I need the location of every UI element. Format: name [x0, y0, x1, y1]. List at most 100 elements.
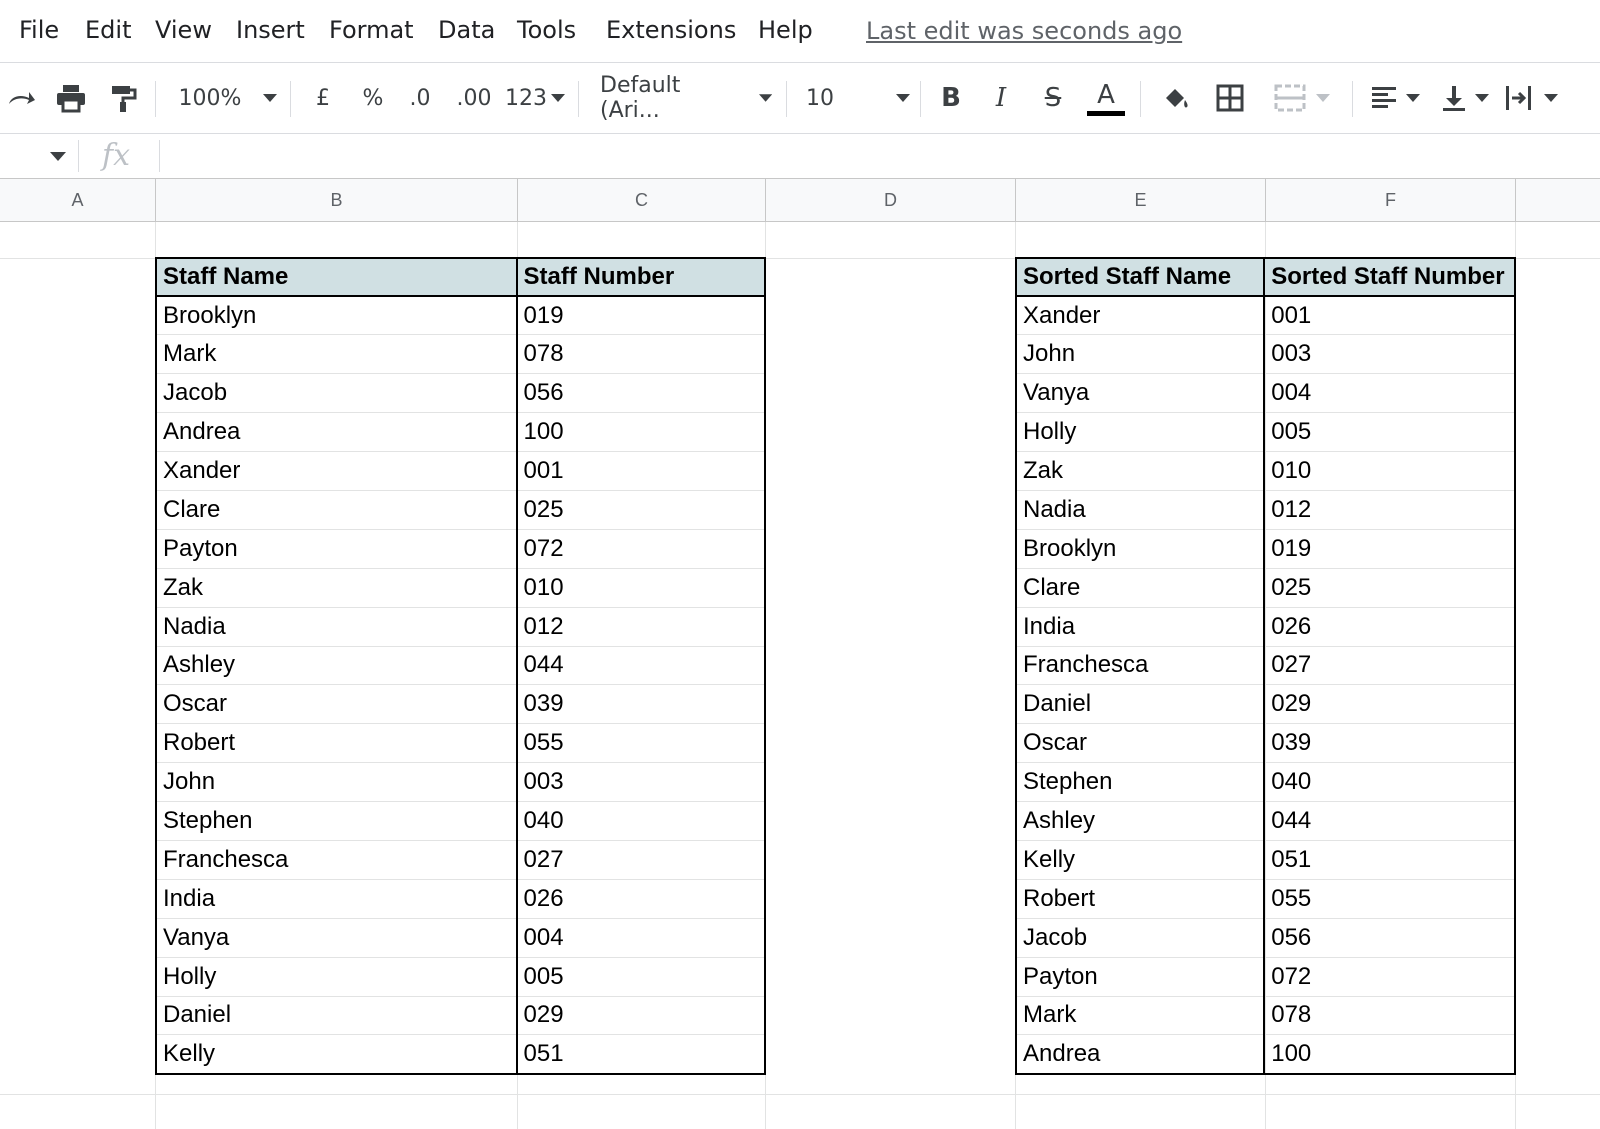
cell-staff-name[interactable]: Daniel	[155, 996, 518, 1036]
formula-input[interactable]	[168, 134, 1588, 178]
cell-staff-name[interactable]: Clare	[1014, 568, 1266, 608]
cell-staff-name[interactable]: Daniel	[1014, 684, 1266, 725]
cell-staff-number[interactable]: 001	[1263, 296, 1516, 336]
cell-staff-number[interactable]: 051	[1263, 840, 1516, 880]
cell-staff-name[interactable]: India	[1014, 607, 1266, 647]
cell-staff-number[interactable]: 044	[1263, 801, 1516, 841]
vertical-align-button[interactable]	[1436, 63, 1494, 133]
cell-staff-name[interactable]: Vanya	[1014, 373, 1266, 414]
percent-button[interactable]: %	[358, 63, 388, 133]
cell-staff-name[interactable]: John	[1014, 334, 1266, 375]
cell-staff-name[interactable]: Stephen	[1014, 762, 1266, 803]
column-header-b[interactable]: B	[156, 179, 518, 221]
italic-button[interactable]: I	[984, 63, 1018, 133]
cell-staff-number[interactable]: 044	[515, 646, 767, 686]
cell-staff-name[interactable]: Xander	[155, 451, 518, 491]
cell-staff-name[interactable]: Mark	[155, 334, 518, 375]
number-format-select[interactable]: 123	[504, 63, 566, 133]
cell-staff-number[interactable]: 039	[1263, 723, 1516, 764]
cell-staff-name[interactable]: John	[155, 762, 518, 803]
menu-tools[interactable]: Tools	[517, 16, 576, 44]
cell-staff-number[interactable]: 026	[515, 879, 767, 919]
menu-format[interactable]: Format	[329, 16, 414, 44]
menu-file[interactable]: File	[19, 16, 59, 44]
zoom-select[interactable]: 100%	[176, 63, 280, 133]
column-header-e[interactable]: E	[1016, 179, 1266, 221]
cell-staff-number[interactable]: 005	[1263, 412, 1516, 453]
cell-staff-number[interactable]: 004	[515, 918, 767, 958]
cell-staff-number[interactable]: 025	[515, 490, 767, 530]
cell-staff-number[interactable]: 029	[515, 996, 767, 1036]
column-header-d[interactable]: D	[766, 179, 1016, 221]
cell-staff-name[interactable]: Ashley	[1014, 801, 1266, 841]
cell-staff-number[interactable]: 012	[1263, 490, 1516, 530]
cell-staff-number[interactable]: 001	[515, 451, 767, 491]
cell-staff-number[interactable]: 003	[515, 762, 767, 803]
cell-staff-name[interactable]: Holly	[1014, 412, 1266, 453]
header-sorted-staff-number[interactable]: Sorted Staff Number	[1263, 257, 1516, 297]
cell-staff-name[interactable]: Payton	[155, 529, 518, 569]
paint-format-button[interactable]	[104, 63, 142, 133]
cell-staff-number[interactable]: 040	[515, 801, 767, 841]
cell-staff-number[interactable]: 010	[515, 568, 767, 608]
last-edit-link[interactable]: Last edit was seconds ago	[866, 17, 1182, 45]
menu-help[interactable]: Help	[758, 16, 813, 44]
cell-staff-number[interactable]: 072	[515, 529, 767, 569]
text-wrap-button[interactable]	[1504, 63, 1594, 133]
bold-button[interactable]: B	[934, 63, 968, 133]
cell-staff-name[interactable]: Clare	[155, 490, 518, 530]
menu-data[interactable]: Data	[438, 16, 495, 44]
cell-staff-name[interactable]: Jacob	[155, 373, 518, 414]
decrease-decimal-button[interactable]: .0	[402, 63, 438, 133]
cell-staff-number[interactable]: 078	[515, 334, 767, 375]
cell-staff-number[interactable]: 027	[1263, 646, 1516, 686]
cell-staff-name[interactable]: Oscar	[155, 684, 518, 725]
cell-staff-number[interactable]: 004	[1263, 373, 1516, 414]
cell-staff-number[interactable]: 010	[1263, 451, 1516, 491]
cell-staff-name[interactable]: Franchesca	[1014, 646, 1266, 686]
cell-staff-number[interactable]: 055	[515, 723, 767, 764]
header-staff-name[interactable]: Staff Name	[155, 257, 518, 297]
horizontal-align-button[interactable]	[1366, 63, 1424, 133]
cell-staff-number[interactable]: 003	[1263, 334, 1516, 375]
strikethrough-button[interactable]: S	[1036, 63, 1070, 133]
cell-staff-number[interactable]: 055	[1263, 879, 1516, 919]
cell-staff-number[interactable]: 012	[515, 607, 767, 647]
cell-staff-name[interactable]: Robert	[1014, 879, 1266, 919]
font-size-select[interactable]: 10	[806, 63, 910, 133]
cell-staff-name[interactable]: India	[155, 879, 518, 919]
font-select[interactable]: Default (Ari...	[600, 63, 772, 133]
cell-staff-name[interactable]: Brooklyn	[1014, 529, 1266, 569]
column-header-f[interactable]: F	[1266, 179, 1516, 221]
name-box[interactable]	[0, 134, 76, 178]
cell-staff-number[interactable]: 029	[1263, 684, 1516, 725]
cell-staff-number[interactable]: 056	[1263, 918, 1516, 958]
cell-staff-name[interactable]: Andrea	[155, 412, 518, 453]
cell-staff-name[interactable]: Zak	[155, 568, 518, 608]
text-color-button[interactable]: A	[1086, 63, 1126, 133]
cell-staff-name[interactable]: Brooklyn	[155, 296, 518, 336]
cell-staff-name[interactable]: Nadia	[1014, 490, 1266, 530]
cell-staff-name[interactable]: Xander	[1014, 296, 1266, 336]
fill-color-button[interactable]	[1158, 63, 1194, 133]
cell-staff-number[interactable]: 100	[515, 412, 767, 453]
cell-staff-number[interactable]: 019	[515, 296, 767, 336]
cell-staff-name[interactable]: Oscar	[1014, 723, 1266, 764]
cell-staff-number[interactable]: 019	[1263, 529, 1516, 569]
cell-staff-name[interactable]: Nadia	[155, 607, 518, 647]
cell-staff-name[interactable]: Holly	[155, 957, 518, 997]
cell-staff-number[interactable]: 025	[1263, 568, 1516, 608]
cell-staff-number[interactable]: 100	[1263, 1034, 1516, 1075]
cell-staff-name[interactable]: Vanya	[155, 918, 518, 958]
cell-staff-name[interactable]: Zak	[1014, 451, 1266, 491]
cell-staff-number[interactable]: 051	[515, 1034, 767, 1075]
cell-staff-name[interactable]: Mark	[1014, 996, 1266, 1036]
cell-staff-name[interactable]: Andrea	[1014, 1034, 1266, 1075]
cell-staff-name[interactable]: Robert	[155, 723, 518, 764]
menu-extensions[interactable]: Extensions	[606, 16, 736, 44]
header-sorted-staff-name[interactable]: Sorted Staff Name	[1014, 257, 1266, 297]
borders-button[interactable]	[1212, 63, 1248, 133]
cell-staff-number[interactable]: 026	[1263, 607, 1516, 647]
cell-staff-number[interactable]: 027	[515, 840, 767, 880]
increase-decimal-button[interactable]: .00	[452, 63, 496, 133]
